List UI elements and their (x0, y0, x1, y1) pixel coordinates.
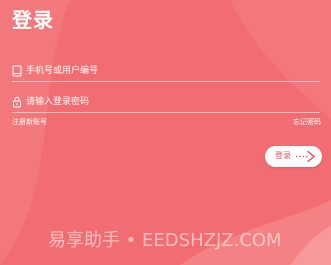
background-waves (0, 0, 331, 265)
forgot-password-link[interactable]: 忘记密码 (293, 117, 321, 127)
login-button-label: 登录 (275, 151, 291, 160)
password-input[interactable] (26, 93, 316, 111)
password-field[interactable] (12, 93, 320, 113)
login-button[interactable]: 登录 (265, 146, 322, 167)
watermark-text: 易享助手 • EEDSHZJZ.COM (48, 230, 282, 251)
arrow-right-icon (295, 150, 317, 163)
phone-icon (12, 65, 22, 77)
phone-field[interactable] (12, 62, 320, 82)
phone-input[interactable] (26, 62, 316, 80)
register-link[interactable]: 注册新账号 (12, 117, 47, 127)
page-title: 登录 (12, 8, 54, 32)
lock-icon (12, 96, 22, 108)
